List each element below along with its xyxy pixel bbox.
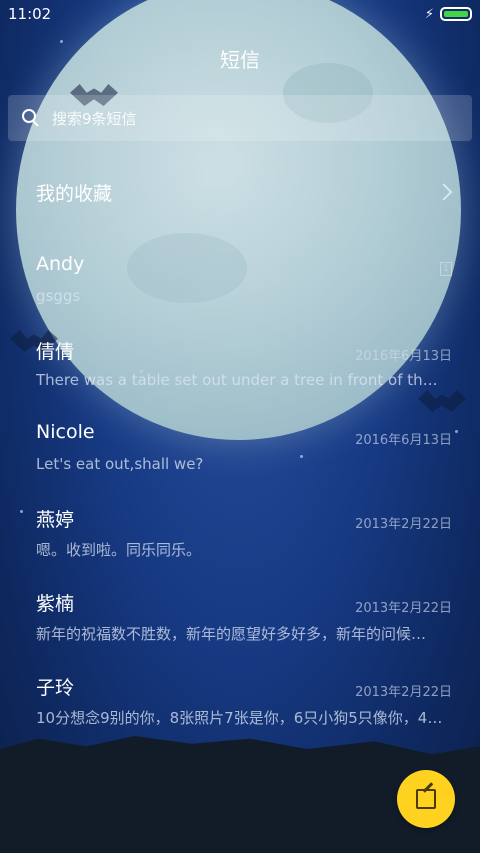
chevron-right-icon [435,183,453,201]
message-time: 1 [436,261,452,276]
message-preview: 嗯。收到啦。同乐同乐。 [36,541,202,559]
battery-fill [444,11,468,17]
message-time: 2016年6月13日 [355,433,452,448]
star-decoration [455,430,458,433]
battery-indicator: ⚡ [425,7,472,22]
contact-name: 燕婷 [36,509,75,531]
contact-name: 倩倩 [36,341,75,363]
message-preview: There was a table set out under a tree i… [36,371,446,389]
contact-name: Andy [36,253,85,275]
conversation-row[interactable]: 倩倩 2016年6月13日 There was a table set out … [36,337,452,407]
conversation-row[interactable]: 燕婷 2013年2月22日 嗯。收到啦。同乐同乐。 [36,505,452,575]
battery-icon [440,7,472,21]
conversation-row[interactable]: Andy 1 gsggs [36,253,452,323]
favorites-row[interactable]: 我的收藏 [36,172,456,212]
contact-name: 子玲 [36,677,75,699]
page-title: 短信 [220,48,260,72]
message-preview: 新年的祝福数不胜数，新年的愿望好多好多，新年的问候… [36,625,427,643]
status-bar: 11:02 ⚡ [0,0,480,28]
search-input[interactable]: 搜索9条短信 [8,95,472,141]
message-time: 2013年2月22日 [355,685,452,700]
conversation-row[interactable]: Nicole 2016年6月13日 Let's eat out,shall we… [36,421,452,491]
conversation-row[interactable]: 紫楠 2013年2月22日 新年的祝福数不胜数，新年的愿望好多好多，新年的问候… [36,589,452,659]
search-icon [22,109,40,127]
status-time: 11:02 [8,5,52,23]
search-placeholder: 搜索9条短信 [52,109,137,128]
message-time: 2016年6月13日 [355,349,452,364]
message-preview: 10分想念9别的你，8张照片7张是你，6只小狗5只像你，4… [36,709,443,727]
favorites-label: 我的收藏 [36,182,113,205]
star-decoration [60,40,63,43]
message-time: 2013年2月22日 [355,517,452,532]
sim-card-icon: 1 [440,261,452,276]
conversation-row[interactable]: 子玲 2013年2月22日 10分想念9别的你，8张照片7张是你，6只小狗5只像… [36,673,452,743]
compose-icon [416,782,436,809]
message-time: 2013年2月22日 [355,601,452,616]
star-decoration [20,510,23,513]
message-preview: Let's eat out,shall we? [36,455,204,473]
contact-name: 紫楠 [36,593,75,615]
bolt-icon: ⚡ [424,6,434,22]
message-preview: gsggs [36,287,81,305]
compose-button[interactable] [397,770,455,828]
contact-name: Nicole [36,421,95,443]
